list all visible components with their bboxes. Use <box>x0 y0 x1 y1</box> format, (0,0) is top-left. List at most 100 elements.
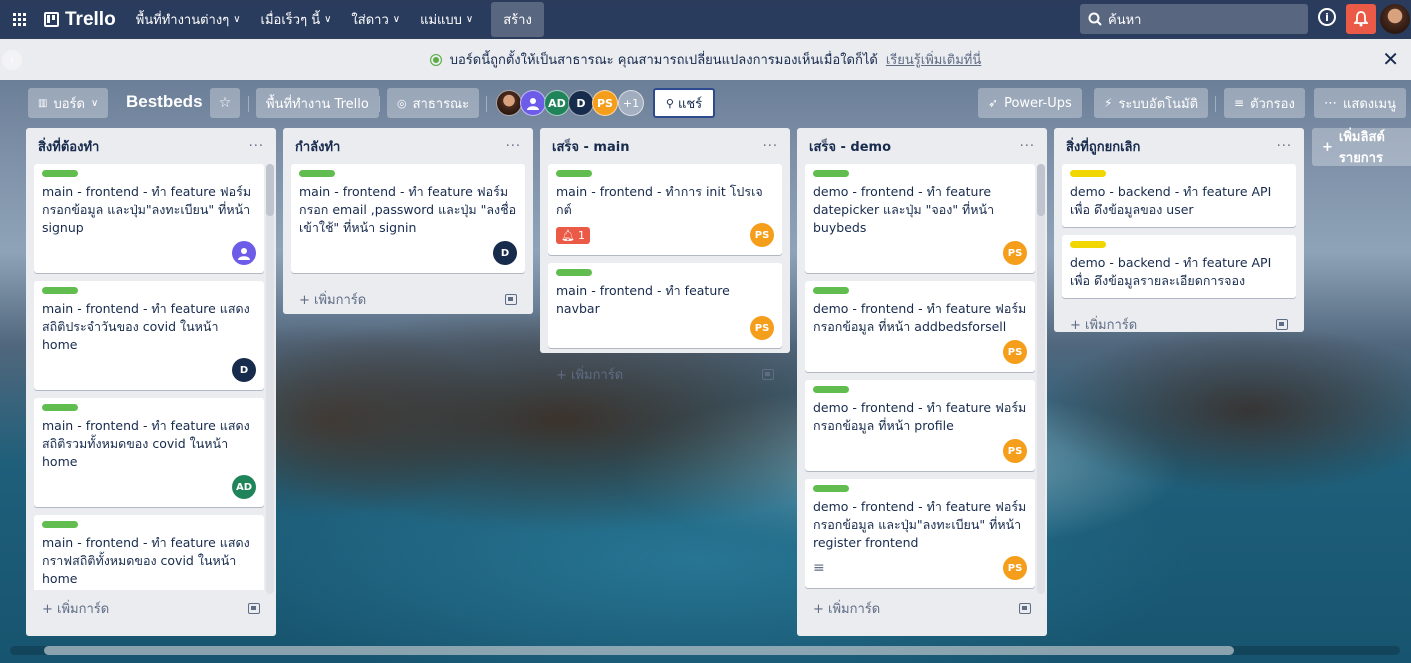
add-card-button[interactable]: + เพิ่มการ์ด <box>805 590 1039 626</box>
member-avatar[interactable]: D <box>232 358 256 382</box>
card-template-icon[interactable] <box>248 602 260 614</box>
trello-logo-icon <box>44 12 59 27</box>
card-label-green[interactable] <box>42 287 78 294</box>
list-title[interactable]: เสร็จ - demo <box>809 136 891 157</box>
visibility-button[interactable]: ◎ สาธารณะ <box>387 88 480 118</box>
add-card-button[interactable]: + เพิ่มการ์ด <box>291 281 525 317</box>
card-label-green[interactable] <box>299 170 335 177</box>
card-label-green[interactable] <box>813 287 849 294</box>
card-template-icon[interactable] <box>505 293 517 305</box>
member-avatar[interactable]: PS <box>750 223 774 247</box>
member-avatar[interactable]: PS <box>1003 439 1027 463</box>
card-footer: PS <box>813 340 1027 364</box>
board-view-switcher[interactable]: ▥ บอร์ด ∨ <box>28 88 109 118</box>
list-menu-icon[interactable]: ··· <box>1277 139 1292 154</box>
board-scrollbar-thumb[interactable] <box>44 646 1234 655</box>
member-avatar-ps[interactable]: PS <box>592 90 618 116</box>
apps-grid-icon[interactable] <box>8 8 32 32</box>
filter-button[interactable]: ≡ ตัวกรอง <box>1224 88 1305 118</box>
card[interactable]: main - frontend - ทำ feature แสดง สถิติป… <box>34 281 264 390</box>
list-title[interactable]: เสร็จ - main <box>552 136 629 157</box>
list-menu-icon[interactable]: ··· <box>1020 139 1035 154</box>
card-label-green[interactable] <box>556 170 592 177</box>
card[interactable]: demo - backend - ทำ feature API เพื่อ ดึ… <box>1062 235 1296 298</box>
list-header[interactable]: สิ่งที่ต้องทำ ··· <box>34 128 268 164</box>
card[interactable]: main - frontend - ทำการ init โปรเจกต์ 🔔︎… <box>548 164 782 255</box>
show-menu-button[interactable]: ⋯ แสดงเมนู <box>1314 88 1407 118</box>
list-scrollbar-thumb[interactable] <box>1037 164 1045 216</box>
card-label-green[interactable] <box>813 170 849 177</box>
share-button[interactable]: ⚲ แชร์ <box>653 88 715 118</box>
member-avatar[interactable]: PS <box>1003 241 1027 265</box>
notifications-button[interactable] <box>1346 4 1376 34</box>
sidebar-expand-icon[interactable]: › <box>2 50 22 70</box>
card[interactable]: main - frontend - ทำ feature navbar PS <box>548 263 782 348</box>
card[interactable]: demo - frontend - ทำ feature ฟอร์ม กรอกข… <box>805 380 1035 471</box>
list-menu-icon[interactable]: ··· <box>506 139 521 154</box>
star-button[interactable]: ☆ <box>210 88 240 118</box>
member-avatar[interactable]: PS <box>1003 340 1027 364</box>
card-label-green[interactable] <box>42 521 78 528</box>
member-avatar-generic[interactable] <box>520 90 546 116</box>
list-scrollbar[interactable] <box>266 164 274 594</box>
list-title[interactable]: กำลังทำ <box>295 136 340 157</box>
more-members-badge[interactable]: +1 <box>618 90 644 116</box>
info-icon[interactable]: i <box>1318 8 1336 26</box>
card-template-icon[interactable] <box>1276 318 1288 330</box>
member-avatar[interactable]: PS <box>1003 556 1027 580</box>
member-avatar[interactable]: AD <box>232 475 256 499</box>
member-avatar-photo[interactable] <box>496 90 522 116</box>
card[interactable]: demo - backend - ทำ feature API เพื่อ ดึ… <box>1062 164 1296 227</box>
close-icon[interactable]: ✕ <box>1382 47 1399 71</box>
board-title[interactable]: Bestbeds <box>126 92 203 112</box>
list-title[interactable]: สิ่งที่ถูกยกเลิก <box>1066 136 1140 157</box>
list-scrollbar-thumb[interactable] <box>266 164 274 216</box>
automation-button[interactable]: ⚡ ระบบอัตโนมัติ <box>1094 88 1209 118</box>
card[interactable]: main - frontend - ทำ feature แสดง สถิติร… <box>34 398 264 507</box>
powerups-button[interactable]: ➶ Power-Ups <box>978 88 1082 118</box>
add-list-button[interactable]: + เพิ่มลิสต์รายการ <box>1312 128 1411 166</box>
card[interactable]: demo - frontend - ทำ feature datepicker … <box>805 164 1035 273</box>
list-header[interactable]: สิ่งที่ถูกยกเลิก ··· <box>1062 128 1296 164</box>
menu-starred[interactable]: ใส่ดาว ∨ <box>343 3 408 36</box>
list-menu-icon[interactable]: ··· <box>763 139 778 154</box>
card-template-icon[interactable] <box>762 368 774 380</box>
add-card-button[interactable]: + เพิ่มการ์ด <box>34 590 268 626</box>
list-title[interactable]: สิ่งที่ต้องทำ <box>38 136 99 157</box>
card-template-icon[interactable] <box>1019 602 1031 614</box>
card[interactable]: demo - frontend - ทำ feature ฟอร์ม กรอกข… <box>805 281 1035 372</box>
card[interactable]: main - frontend - ทำ feature แสดง กราฟสถ… <box>34 515 264 590</box>
card[interactable]: main - frontend - ทำ feature ฟอร์ม กรอกข… <box>34 164 264 273</box>
card[interactable]: main - frontend - ทำ feature ฟอร์ม กรอก … <box>291 164 525 273</box>
list-scrollbar[interactable] <box>1037 164 1045 594</box>
user-avatar[interactable] <box>1380 4 1410 34</box>
member-avatar[interactable]: D <box>493 241 517 265</box>
card-label-yellow[interactable] <box>1070 170 1106 177</box>
workspace-button[interactable]: พื้นที่ทำงาน Trello <box>256 88 379 118</box>
add-card-button[interactable]: + เพิ่มการ์ด <box>548 356 782 392</box>
card-label-yellow[interactable] <box>1070 241 1106 248</box>
search-input[interactable]: ค้นหา <box>1080 4 1308 34</box>
member-avatar[interactable]: PS <box>750 316 774 340</box>
card-label-green[interactable] <box>813 485 849 492</box>
member-avatar-generic[interactable] <box>232 241 256 265</box>
menu-templates[interactable]: แม่แบบ ∨ <box>412 3 481 36</box>
list-header[interactable]: เสร็จ - main ··· <box>548 128 782 164</box>
member-avatar-d[interactable]: D <box>568 90 594 116</box>
list-header[interactable]: กำลังทำ ··· <box>291 128 525 164</box>
card-label-green[interactable] <box>556 269 592 276</box>
card-label-green[interactable] <box>42 170 78 177</box>
notification-badge[interactable]: 🔔︎ 1 <box>556 226 590 244</box>
card-label-green[interactable] <box>42 404 78 411</box>
create-button[interactable]: สร้าง <box>491 2 544 37</box>
menu-workspaces[interactable]: พื้นที่ทำงานต่างๆ ∨ <box>128 3 249 36</box>
trello-logo[interactable]: Trello <box>36 9 124 31</box>
list-menu-icon[interactable]: ··· <box>249 139 264 154</box>
card-label-green[interactable] <box>813 386 849 393</box>
learn-more-link[interactable]: เรียนรู้เพิ่มเติมที่นี่ <box>886 49 981 70</box>
list-header[interactable]: เสร็จ - demo ··· <box>805 128 1039 164</box>
member-avatar-ad[interactable]: AD <box>544 90 570 116</box>
add-card-button[interactable]: + เพิ่มการ์ด <box>1062 306 1296 342</box>
card[interactable]: demo - frontend - ทำ feature ฟอร์ม กรอกข… <box>805 479 1035 588</box>
menu-recent[interactable]: เมื่อเร็วๆ นี้ ∨ <box>253 3 340 36</box>
